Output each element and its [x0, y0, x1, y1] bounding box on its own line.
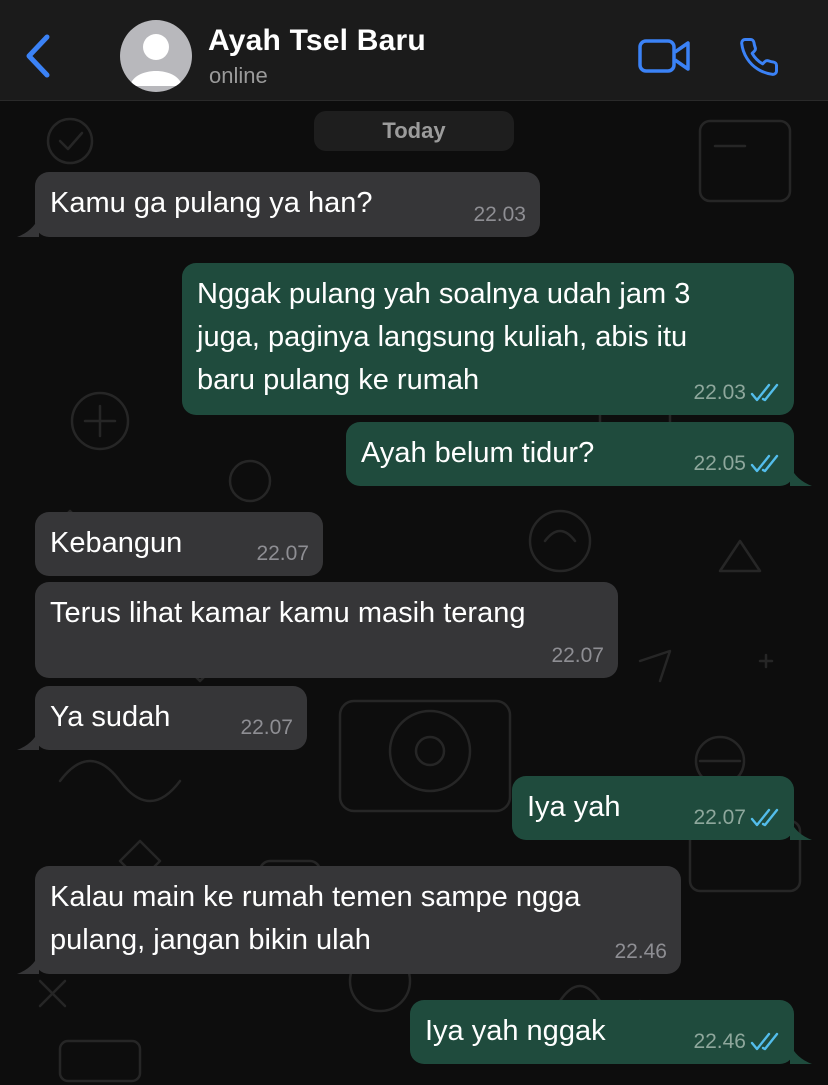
- message-text: Ayah belum tidur?: [361, 437, 595, 469]
- message-meta: 22.07: [693, 806, 780, 830]
- message-meta: 22.07: [256, 542, 309, 566]
- video-camera-icon[interactable]: [637, 38, 691, 74]
- message-text: Iya yah: [527, 791, 621, 823]
- message-time: 22.46: [614, 940, 667, 963]
- message-meta: 22.03: [693, 381, 780, 405]
- bubble-tail: [17, 730, 39, 750]
- message-time: 22.07: [693, 806, 746, 829]
- double-check-icon: [750, 454, 779, 473]
- incoming-message[interactable]: Terus lihat kamar kamu masih terang 22.0…: [35, 582, 618, 678]
- double-check-icon: [750, 383, 779, 402]
- message-meta: 22.05: [693, 452, 780, 476]
- message-time: 22.07: [551, 644, 604, 667]
- avatar[interactable]: [120, 20, 192, 92]
- message-meta: 22.46: [693, 1030, 780, 1054]
- bubble-tail: [17, 954, 39, 974]
- message-text: Kebangun: [50, 527, 183, 559]
- message-meta: 22.07: [240, 716, 293, 740]
- chevron-left-icon[interactable]: [22, 33, 54, 79]
- message-time: 22.07: [240, 716, 293, 739]
- phone-icon[interactable]: [738, 36, 780, 78]
- message-meta: 22.46: [614, 940, 667, 964]
- outgoing-message[interactable]: Iya yah 22.07: [512, 776, 812, 840]
- message-text: Kamu ga pulang ya han?: [50, 187, 373, 219]
- contact-status: online: [209, 63, 268, 88]
- bubble-tail: [790, 1044, 812, 1064]
- message-text: Kalau main ke rumah temen sampe ngga pul…: [50, 881, 581, 956]
- avatar-placeholder-icon: [130, 34, 182, 86]
- message-text: Nggak pulang yah soalnya udah jam 3 juga…: [197, 278, 691, 396]
- message-time: 22.05: [693, 452, 746, 475]
- outgoing-message[interactable]: Nggak pulang yah soalnya udah jam 3 juga…: [182, 263, 794, 415]
- contact-name[interactable]: Ayah Tsel Baru: [208, 24, 426, 58]
- incoming-message[interactable]: Kebangun 22.07: [35, 512, 323, 576]
- incoming-message[interactable]: Kalau main ke rumah temen sampe ngga pul…: [17, 866, 681, 974]
- message-list[interactable]: Today Kamu ga pulang ya han? 22.03 Nggak…: [0, 101, 828, 1085]
- message-time: 22.03: [693, 381, 746, 404]
- incoming-message[interactable]: Ya sudah 22.07: [17, 686, 307, 750]
- message-meta: 22.07: [551, 644, 604, 668]
- double-check-icon: [750, 808, 779, 827]
- message-time: 22.07: [256, 542, 309, 565]
- message-meta: 22.03: [473, 203, 526, 227]
- outgoing-message[interactable]: Iya yah nggak 22.46: [410, 1000, 812, 1064]
- outgoing-message[interactable]: Ayah belum tidur? 22.05: [346, 422, 812, 486]
- message-time: 22.46: [693, 1030, 746, 1053]
- bubble-tail: [17, 217, 39, 237]
- message-text: Terus lihat kamar kamu masih terang: [50, 597, 526, 629]
- message-text: Iya yah nggak: [425, 1015, 606, 1047]
- message-time: 22.03: [473, 203, 526, 226]
- date-separator: Today: [314, 111, 514, 151]
- chat-header: Ayah Tsel Baru online: [0, 0, 828, 101]
- bubble-tail: [790, 820, 812, 840]
- message-text: Ya sudah: [50, 701, 171, 733]
- double-check-icon: [750, 1032, 779, 1051]
- incoming-message[interactable]: Kamu ga pulang ya han? 22.03: [17, 172, 540, 237]
- bubble-tail: [790, 466, 812, 486]
